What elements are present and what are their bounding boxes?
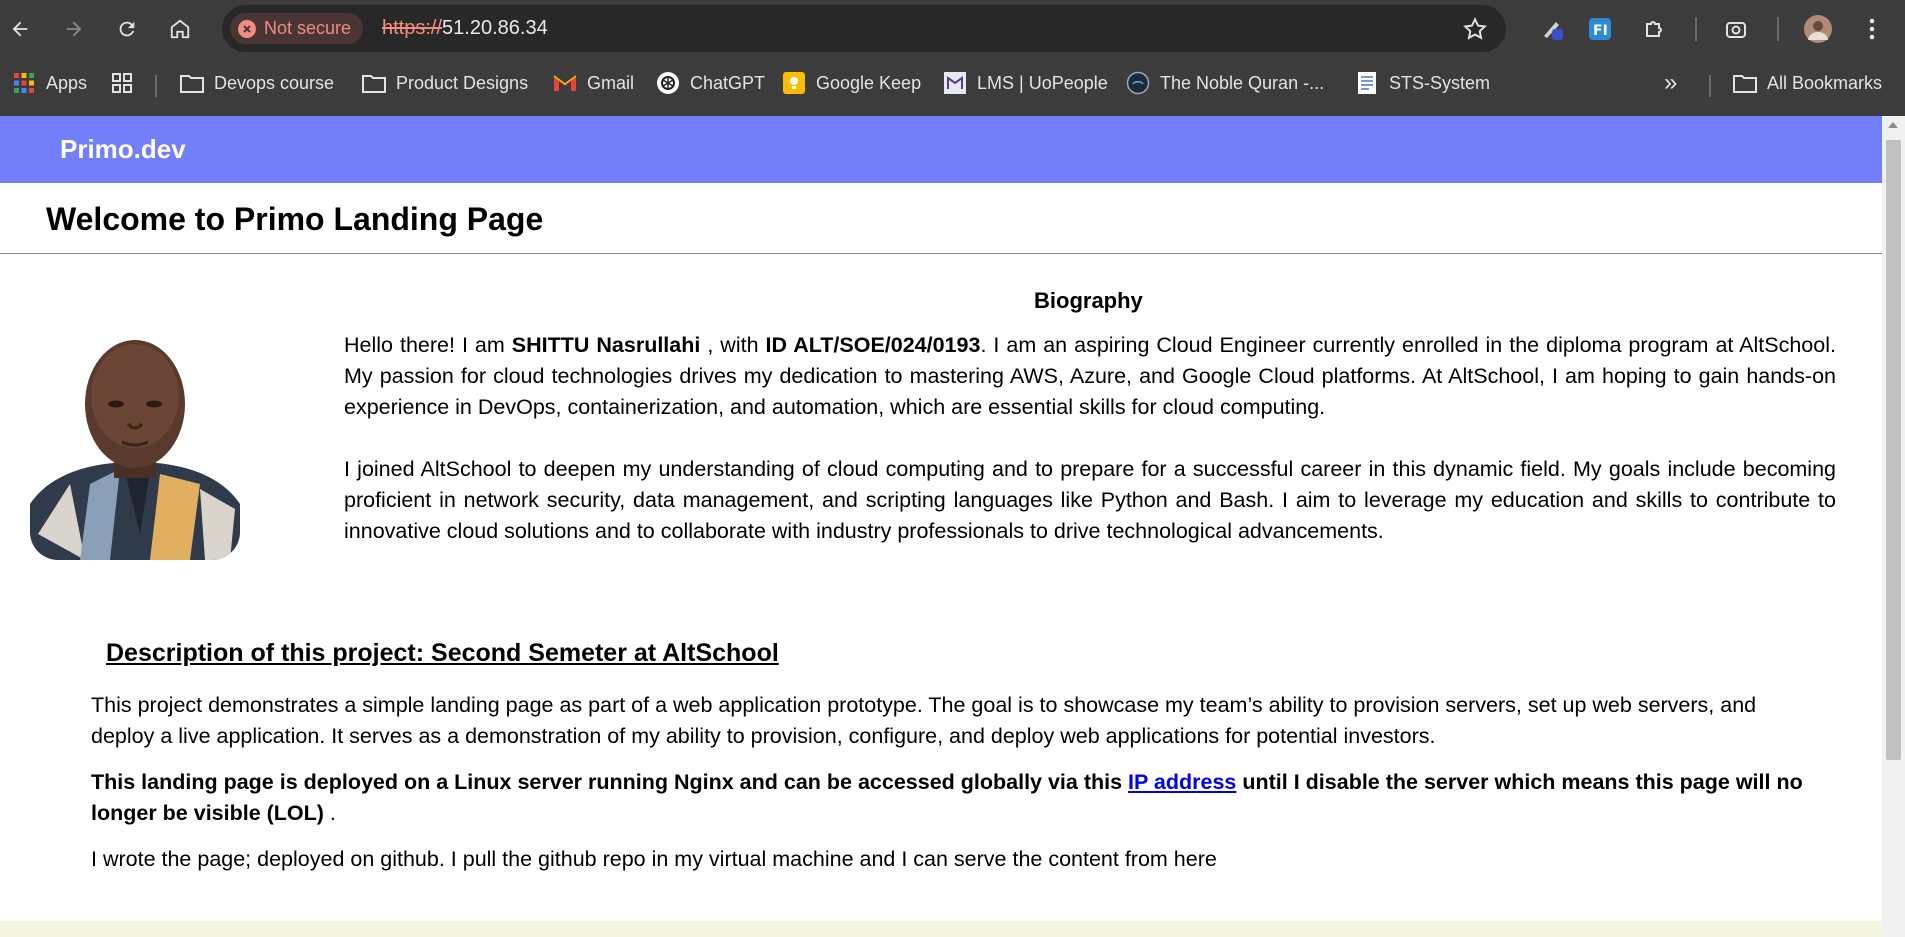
security-label: Not secure [264,18,352,38]
gmail-icon [553,71,577,95]
bookmark-google-keep[interactable]: Google Keep [782,68,921,98]
deployment-note-text: This landing page is deployed on a Linux… [91,770,1129,794]
project-description-paragraph: This project demonstrates a simple landi… [91,693,1757,748]
scroll-up-arrow-icon[interactable] [1888,122,1898,128]
url-text[interactable]: https://51.20.86.34 [382,17,548,40]
page-title: Welcome to Primo Landing Page [46,201,544,237]
bookmark-label: Apps [46,72,88,93]
profile-button[interactable] [1801,12,1835,46]
svg-text:FI: FI [1593,23,1608,39]
pen-extension-icon [1544,22,1563,40]
profile-photo [30,334,240,560]
browser-toolbar: Not secure https://51.20.86.34 FI [0,0,1905,58]
bookmark-label: STS-System [1389,72,1491,93]
apps-grid-icon [12,71,36,95]
site-header: Primo.dev [0,116,1882,183]
folder-icon [362,71,386,95]
quran-icon [1126,71,1150,95]
folder-icon [180,71,204,95]
avatar-icon [1804,15,1832,43]
url-host: 51.20.86.34 [442,17,548,39]
page-viewport: Primo.dev Welcome to Primo Landing Page … [0,116,1882,937]
reload-button[interactable] [110,12,144,46]
bookmark-label: Devops course [214,72,335,93]
bookmark-lms-uopeople[interactable]: LMS | UoPeople [943,68,1108,98]
all-bookmarks-button[interactable]: All Bookmarks [1733,68,1882,98]
lens-button[interactable] [1719,12,1753,46]
bookmarks-bar: Apps Devops course Product Designs Gmail [0,62,1905,104]
project-description: This project demonstrates a simple landi… [91,690,1811,890]
bookmark-label: Google Keep [816,72,922,93]
bookmark-noble-quran[interactable]: The Noble Quran -... [1126,68,1324,98]
page-scrollbar[interactable] [1882,116,1905,937]
document-icon [1355,71,1379,95]
back-arrow-icon [12,21,28,37]
chatgpt-icon [656,71,680,95]
security-indicator[interactable]: Not secure [230,13,364,44]
bookmark-apps[interactable]: Apps [12,68,87,98]
extension-fi-button[interactable]: FI [1583,12,1617,46]
puzzle-icon [1646,21,1662,37]
bio-name: SHITTU Nasrullahi [511,333,701,357]
deployment-note: This landing page is deployed on a Linux… [91,767,1811,829]
site-brand[interactable]: Primo.dev [60,134,186,165]
bookmark-label: LMS | UoPeople [977,72,1108,93]
screenshot-lens-icon [1726,22,1746,38]
extension-pen-button[interactable] [1536,12,1570,46]
bio-student-id: ID ALT/SOE/024/0193 [765,333,981,357]
bookmark-chatgpt[interactable]: ChatGPT [656,68,765,98]
biography-heading: Biography [1034,288,1143,313]
not-secure-icon [238,19,256,38]
toolbar-divider [1695,17,1697,41]
browser-chrome: Not secure https://51.20.86.34 FI Apps D… [0,0,1905,116]
forward-button[interactable] [57,12,91,46]
bookmarks-overflow-button[interactable]: » [1664,68,1677,98]
bio-with-text: , with [700,333,766,357]
scrollbar-thumb[interactable] [1886,140,1901,760]
project-description-heading: Description of this project: Second Seme… [106,639,779,667]
bookmarks-divider [1709,75,1711,97]
home-icon [170,19,190,39]
address-bar[interactable]: Not secure https://51.20.86.34 [222,5,1506,52]
biography-paragraph: Hello there! I am SHITTU Nasrullahi , wi… [344,330,1836,423]
biography-paragraph-2: I joined AltSchool to deepen my understa… [344,457,1836,543]
bookmarks-divider [155,75,157,97]
fi-extension-icon: FI [1589,18,1611,40]
bookmark-label: All Bookmarks [1767,72,1883,93]
chevron-double-right-icon: » [1664,69,1678,96]
ip-address-link[interactable]: IP address [1128,770,1236,794]
bookmark-gmail[interactable]: Gmail [553,68,634,98]
menu-button[interactable] [1855,12,1889,46]
bookmark-sts-system[interactable]: STS-System [1355,68,1490,98]
reload-icon [119,21,135,37]
tab-groups-icon [110,71,134,95]
toolbar-divider [1777,17,1779,41]
workflow-note: I wrote the page; deployed on github. I … [91,847,1217,871]
bookmark-label: The Noble Quran -... [1160,72,1325,93]
bookmark-star-icon[interactable] [1462,16,1488,42]
folder-icon [1733,71,1757,95]
kebab-menu-icon [1869,18,1875,40]
url-scheme: https:// [382,17,443,39]
footer-strip [0,921,1882,937]
page-title-section: Welcome to Primo Landing Page [0,183,1882,254]
back-button[interactable] [3,12,37,46]
keep-icon [782,71,806,95]
biography-text: Hello there! I am SHITTU Nasrullahi , wi… [344,330,1836,578]
lms-icon [943,71,967,95]
bookmark-devops-course[interactable]: Devops course [180,68,334,98]
home-button[interactable] [163,12,197,46]
bookmark-label: ChatGPT [690,72,766,93]
bio-intro-text: Hello there! I am [344,333,512,357]
deployment-note-tail: . [323,801,336,825]
forward-arrow-icon [66,21,82,37]
bookmark-product-designs[interactable]: Product Designs [362,68,528,98]
bookmark-tab-groups[interactable] [110,68,134,98]
bookmark-label: Gmail [587,72,635,93]
extensions-button[interactable] [1638,12,1672,46]
bookmark-label: Product Designs [396,72,529,93]
